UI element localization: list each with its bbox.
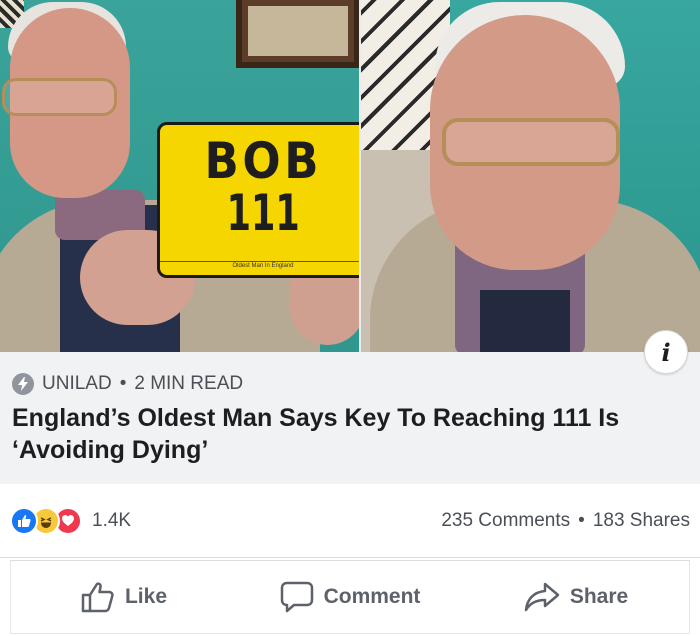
lightning-icon	[12, 373, 34, 395]
share-label: Share	[569, 585, 629, 608]
thumbs-up-icon	[81, 582, 114, 613]
like-label: Like	[124, 585, 168, 608]
post-photo[interactable]: BOB 111 Oldest Man In England	[0, 0, 700, 352]
glasses	[442, 118, 620, 166]
link-preview[interactable]: UNILAD • 2 MIN READ England’s Oldest Man…	[0, 352, 700, 484]
engagement-stats: 235 Comments • 183 Shares	[441, 510, 690, 532]
comment-button[interactable]: Comment	[237, 561, 463, 633]
action-bar: Like Comment Share	[10, 560, 690, 634]
share-arrow-icon	[524, 582, 560, 612]
picture-frame	[236, 0, 360, 68]
license-plate: BOB 111 Oldest Man In England	[157, 122, 360, 278]
plate-text-line1: BOB	[204, 132, 322, 190]
plate-caption: Oldest Man In England	[160, 261, 360, 269]
link-source: UNILAD	[42, 373, 112, 394]
photo-left-panel: BOB 111 Oldest Man In England	[0, 0, 360, 352]
reaction-count: 1.4K	[92, 509, 132, 531]
photo-right-panel	[360, 0, 700, 352]
separator-dot: •	[119, 373, 127, 394]
comments-count[interactable]: 235 Comments	[441, 510, 570, 532]
speech-bubble-icon	[280, 581, 313, 613]
info-button[interactable]: i	[644, 330, 688, 374]
share-button[interactable]: Share	[463, 561, 689, 633]
link-headline[interactable]: England’s Oldest Man Says Key To Reachin…	[12, 402, 688, 466]
separator-dot: •	[578, 509, 585, 531]
shares-count[interactable]: 183 Shares	[593, 510, 690, 532]
photo-divider	[359, 0, 361, 352]
info-icon: i	[661, 337, 671, 367]
read-time: 2 MIN READ	[134, 373, 244, 394]
comment-label: Comment	[323, 585, 421, 608]
glasses	[2, 78, 117, 116]
reaction-counts[interactable]: 1.4K	[10, 506, 132, 535]
link-source-row: UNILAD • 2 MIN READ	[12, 372, 688, 396]
plate-text-line2: 111	[226, 184, 300, 242]
like-icon	[10, 506, 38, 535]
like-button[interactable]: Like	[11, 561, 237, 633]
vest	[480, 290, 570, 352]
reactions-summary: 1.4K 235 Comments • 183 Shares	[0, 484, 700, 558]
